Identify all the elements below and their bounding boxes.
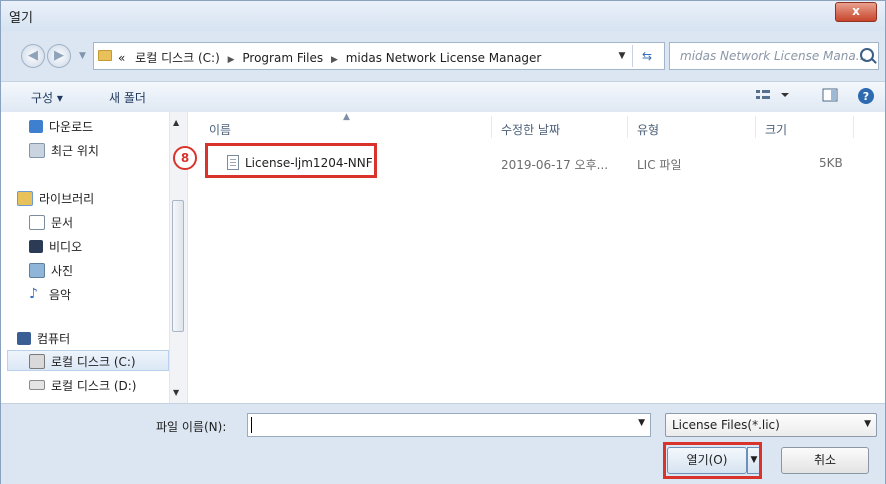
nav-item-libraries[interactable]: 라이브러리 — [17, 188, 94, 208]
nav-item-recent-places[interactable]: 최근 위치 — [29, 140, 99, 160]
search-icon[interactable] — [860, 48, 874, 62]
videos-icon — [29, 239, 43, 253]
nav-item-local-disk-d[interactable]: 로컬 디스크 (D:) — [29, 375, 136, 395]
nav-item-label: 다운로드 — [49, 119, 94, 134]
nav-item-computer[interactable]: 컴퓨터 — [17, 328, 70, 348]
title-bar: 열기 x — [1, 1, 885, 31]
text-caret — [251, 417, 252, 433]
column-divider[interactable] — [853, 116, 854, 138]
new-folder-button[interactable]: 새 폴더 — [109, 89, 146, 106]
nav-item-label: 컴퓨터 — [37, 331, 71, 346]
forward-arrow-icon: ▶ — [54, 48, 64, 63]
column-header-modified[interactable]: 수정한 날짜 — [501, 121, 560, 138]
back-button[interactable]: ◀ — [21, 44, 45, 68]
sort-ascending-icon: ▲ — [343, 112, 350, 122]
file-type-filter-value: License Files(*.lic) — [672, 418, 780, 432]
breadcrumb-overflow[interactable]: « — [118, 51, 125, 65]
column-header-type[interactable]: 유형 — [637, 121, 659, 138]
file-type-filter[interactable]: License Files(*.lic) ▼ — [665, 413, 877, 437]
file-type-dropdown-icon[interactable]: ▼ — [864, 419, 871, 429]
filename-dropdown-icon[interactable]: ▼ — [638, 418, 645, 428]
filename-label: 파일 이름(N): — [156, 420, 227, 434]
navigation-pane: 다운로드 최근 위치 라이브러리 문서 비디오 사진 ♪ 음악 컴퓨터 로컬 디… — [1, 112, 188, 403]
computer-icon — [17, 331, 31, 345]
window-title: 열기 — [9, 11, 33, 26]
downloads-icon — [29, 119, 43, 133]
file-modified: 2019-06-17 오후... — [501, 158, 609, 172]
breadcrumb-separator-icon[interactable]: ▶ — [228, 55, 235, 65]
address-bar[interactable]: « 로컬 디스크 (C:) ▶ Program Files ▶ midas Ne… — [93, 42, 665, 70]
drive-icon — [29, 380, 45, 390]
column-header-name[interactable]: 이름 — [209, 121, 231, 138]
filename-input[interactable]: ▼ — [247, 413, 651, 437]
folder-icon — [98, 50, 112, 61]
file-highlight-box — [205, 143, 377, 178]
documents-icon — [29, 214, 45, 230]
scrollbar-thumb[interactable] — [172, 200, 184, 332]
preview-pane-icon[interactable] — [821, 87, 839, 103]
recent-pages-dropdown-icon[interactable]: ▼ — [79, 51, 86, 61]
pictures-icon — [29, 262, 45, 278]
nav-item-label: 로컬 디스크 (D:) — [51, 378, 137, 393]
nav-item-label: 최근 위치 — [51, 143, 99, 158]
open-button-highlight-box — [663, 442, 762, 479]
column-divider[interactable] — [491, 116, 492, 138]
forward-button[interactable]: ▶ — [47, 44, 71, 68]
address-row: ◀ ▶ ▼ « 로컬 디스크 (C:) ▶ Program Files ▶ mi… — [1, 37, 885, 77]
search-input[interactable]: midas Network License Mana... — [669, 42, 879, 70]
column-divider[interactable] — [627, 116, 628, 138]
search-placeholder: midas Network License Mana... — [680, 49, 868, 63]
nav-item-label: 라이브러리 — [39, 191, 95, 206]
help-icon[interactable]: ? — [857, 87, 875, 104]
nav-item-label: 비디오 — [49, 239, 83, 254]
command-bar: 구성 ▾ 새 폴더 ? — [1, 81, 885, 113]
organize-menu[interactable]: 구성 ▾ — [31, 89, 63, 106]
scroll-up-icon[interactable]: ▲ — [173, 118, 179, 127]
address-dropdown-icon[interactable]: ▼ — [616, 47, 628, 65]
nav-item-local-disk-c[interactable]: 로컬 디스크 (C:) — [29, 351, 136, 371]
breadcrumb-item[interactable]: midas Network License Manager — [346, 51, 542, 65]
nav-item-label: 음악 — [49, 287, 72, 302]
step-callout: 8 — [173, 146, 197, 170]
breadcrumb: « 로컬 디스크 (C:) ▶ Program Files ▶ midas Ne… — [118, 49, 541, 66]
nav-item-downloads[interactable]: 다운로드 — [29, 116, 93, 136]
view-options-icon[interactable] — [755, 87, 789, 103]
nav-item-label: 로컬 디스크 (C:) — [51, 354, 136, 369]
breadcrumb-item[interactable]: Program Files — [242, 51, 323, 65]
column-divider[interactable] — [755, 116, 756, 138]
svg-text:?: ? — [863, 90, 869, 103]
libraries-icon — [17, 190, 33, 206]
nav-item-pictures[interactable]: 사진 — [29, 260, 73, 280]
recent-places-icon — [29, 142, 45, 158]
file-size: 5KB — [819, 156, 843, 170]
nav-item-documents[interactable]: 문서 — [29, 212, 73, 232]
main-pane: 다운로드 최근 위치 라이브러리 문서 비디오 사진 ♪ 음악 컴퓨터 로컬 디… — [1, 112, 885, 403]
nav-item-label: 문서 — [51, 215, 74, 230]
close-button[interactable]: x — [835, 2, 877, 22]
nav-item-music[interactable]: ♪ 음악 — [29, 284, 71, 304]
local-disk-icon — [29, 353, 45, 369]
open-file-dialog: 열기 x ◀ ▶ ▼ « 로컬 디스크 (C:) ▶ Program Files… — [0, 0, 886, 484]
file-type: LIC 파일 — [637, 158, 682, 172]
refresh-icon[interactable]: ⇆ — [632, 45, 661, 67]
column-header-size[interactable]: 크기 — [765, 121, 787, 138]
nav-item-label: 사진 — [51, 263, 74, 278]
cancel-button[interactable]: 취소 — [781, 447, 869, 474]
breadcrumb-item[interactable]: 로컬 디스크 (C:) — [135, 51, 220, 65]
music-note-icon: ♪ — [29, 285, 38, 302]
nav-item-videos[interactable]: 비디오 — [29, 236, 82, 256]
breadcrumb-separator-icon[interactable]: ▶ — [331, 55, 338, 65]
scroll-down-icon[interactable]: ▼ — [173, 388, 179, 397]
back-arrow-icon: ◀ — [28, 48, 38, 63]
